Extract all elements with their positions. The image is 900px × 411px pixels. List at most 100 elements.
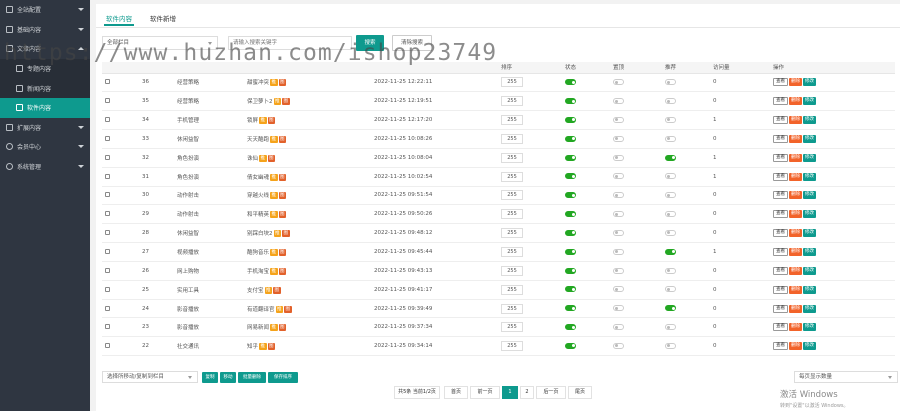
- sort-input[interactable]: 255: [501, 209, 523, 220]
- recommend-toggle[interactable]: [665, 342, 676, 349]
- sidebar-item-topic-content[interactable]: 专题内容: [0, 58, 90, 79]
- delete-button[interactable]: 删除: [789, 285, 802, 294]
- recommend-toggle[interactable]: [665, 79, 676, 86]
- edit-button[interactable]: 修改: [803, 304, 816, 313]
- delete-button[interactable]: 删除: [789, 266, 802, 275]
- top-toggle[interactable]: [613, 286, 624, 293]
- delete-button[interactable]: 删除: [789, 323, 802, 332]
- sidebar-item-news-content[interactable]: 新闻内容: [0, 78, 90, 98]
- sort-input[interactable]: 255: [501, 228, 523, 239]
- save-sort-button[interactable]: 保存排序: [268, 372, 298, 383]
- sidebar-item-site-config[interactable]: 全站配置: [0, 0, 90, 20]
- delete-button[interactable]: 删除: [789, 134, 802, 143]
- row-checkbox[interactable]: [105, 324, 110, 330]
- view-button[interactable]: 查看: [773, 323, 788, 332]
- view-button[interactable]: 查看: [773, 116, 788, 125]
- sidebar-item-member-center[interactable]: 会员中心: [0, 137, 90, 157]
- page-2-button[interactable]: 2: [520, 386, 534, 399]
- status-toggle[interactable]: [565, 342, 576, 349]
- delete-button[interactable]: 删除: [789, 304, 802, 313]
- sidebar-item-article-content[interactable]: 文章内容: [0, 39, 90, 59]
- delete-button[interactable]: 删除: [789, 229, 802, 238]
- top-toggle[interactable]: [613, 248, 624, 255]
- top-toggle[interactable]: [613, 305, 624, 312]
- edit-button[interactable]: 修改: [803, 153, 816, 162]
- top-toggle[interactable]: [613, 192, 624, 199]
- delete-button[interactable]: 删除: [789, 97, 802, 106]
- sort-input[interactable]: 255: [501, 96, 523, 107]
- top-toggle[interactable]: [613, 229, 624, 236]
- row-checkbox[interactable]: [105, 135, 110, 141]
- edit-button[interactable]: 修改: [803, 229, 816, 238]
- last-page-button[interactable]: 尾页: [568, 386, 592, 399]
- top-toggle[interactable]: [613, 267, 624, 274]
- view-button[interactable]: 查看: [773, 229, 788, 238]
- row-checkbox[interactable]: [105, 249, 110, 255]
- row-checkbox[interactable]: [105, 98, 110, 104]
- status-toggle[interactable]: [565, 267, 576, 274]
- status-toggle[interactable]: [565, 248, 576, 255]
- view-button[interactable]: 查看: [773, 266, 788, 275]
- view-button[interactable]: 查看: [773, 97, 788, 106]
- status-toggle[interactable]: [565, 173, 576, 180]
- row-checkbox[interactable]: [105, 286, 110, 292]
- view-button[interactable]: 查看: [773, 248, 788, 257]
- recommend-toggle[interactable]: [665, 267, 676, 274]
- edit-button[interactable]: 修改: [803, 210, 816, 219]
- view-button[interactable]: 查看: [773, 342, 788, 351]
- recommend-toggle[interactable]: [665, 192, 676, 199]
- next-page-button[interactable]: 后一页: [536, 386, 566, 399]
- view-button[interactable]: 查看: [773, 285, 788, 294]
- view-button[interactable]: 查看: [773, 304, 788, 313]
- prev-page-button[interactable]: 前一页: [470, 386, 500, 399]
- recommend-toggle[interactable]: [665, 324, 676, 331]
- delete-button[interactable]: 删除: [789, 153, 802, 162]
- view-button[interactable]: 查看: [773, 210, 788, 219]
- row-checkbox[interactable]: [105, 305, 110, 311]
- edit-button[interactable]: 修改: [803, 191, 816, 200]
- sidebar-item-software-content[interactable]: 软件内容: [0, 97, 90, 118]
- status-toggle[interactable]: [565, 135, 576, 142]
- recommend-toggle[interactable]: [665, 286, 676, 293]
- recommend-toggle[interactable]: [665, 248, 676, 255]
- top-toggle[interactable]: [613, 79, 624, 86]
- status-toggle[interactable]: [565, 79, 576, 86]
- search-button[interactable]: 搜索: [356, 35, 384, 51]
- sort-input[interactable]: 255: [501, 133, 523, 144]
- edit-button[interactable]: 修改: [803, 172, 816, 181]
- sort-input[interactable]: 255: [501, 115, 523, 126]
- status-toggle[interactable]: [565, 229, 576, 236]
- status-toggle[interactable]: [565, 98, 576, 105]
- status-toggle[interactable]: [565, 192, 576, 199]
- row-checkbox[interactable]: [105, 230, 110, 236]
- status-toggle[interactable]: [565, 324, 576, 331]
- view-button[interactable]: 查看: [773, 78, 788, 87]
- status-toggle[interactable]: [565, 286, 576, 293]
- top-toggle[interactable]: [613, 135, 624, 142]
- sidebar-item-system-management[interactable]: 系统管理: [0, 157, 90, 177]
- tab-software-add[interactable]: 软件新增: [150, 13, 176, 23]
- status-toggle[interactable]: [565, 154, 576, 161]
- delete-button[interactable]: 删除: [789, 191, 802, 200]
- delete-button[interactable]: 删除: [789, 248, 802, 257]
- top-toggle[interactable]: [613, 154, 624, 161]
- row-checkbox[interactable]: [105, 117, 110, 123]
- edit-button[interactable]: 修改: [803, 266, 816, 275]
- search-input[interactable]: [228, 36, 352, 50]
- status-toggle[interactable]: [565, 305, 576, 312]
- sort-input[interactable]: 255: [501, 341, 523, 352]
- top-toggle[interactable]: [613, 211, 624, 218]
- first-page-button[interactable]: 首页: [444, 386, 468, 399]
- move-button[interactable]: 移动: [220, 372, 236, 383]
- recommend-toggle[interactable]: [665, 211, 676, 218]
- column-select[interactable]: 全部栏目: [102, 36, 218, 50]
- sort-input[interactable]: 255: [501, 190, 523, 201]
- edit-button[interactable]: 修改: [803, 285, 816, 294]
- top-toggle[interactable]: [613, 342, 624, 349]
- top-toggle[interactable]: [613, 116, 624, 123]
- clear-search-button[interactable]: 清除搜索: [392, 35, 432, 51]
- batch-delete-button[interactable]: 批量删除: [238, 372, 266, 383]
- row-checkbox[interactable]: [105, 192, 110, 198]
- view-button[interactable]: 查看: [773, 134, 788, 143]
- recommend-toggle[interactable]: [665, 116, 676, 123]
